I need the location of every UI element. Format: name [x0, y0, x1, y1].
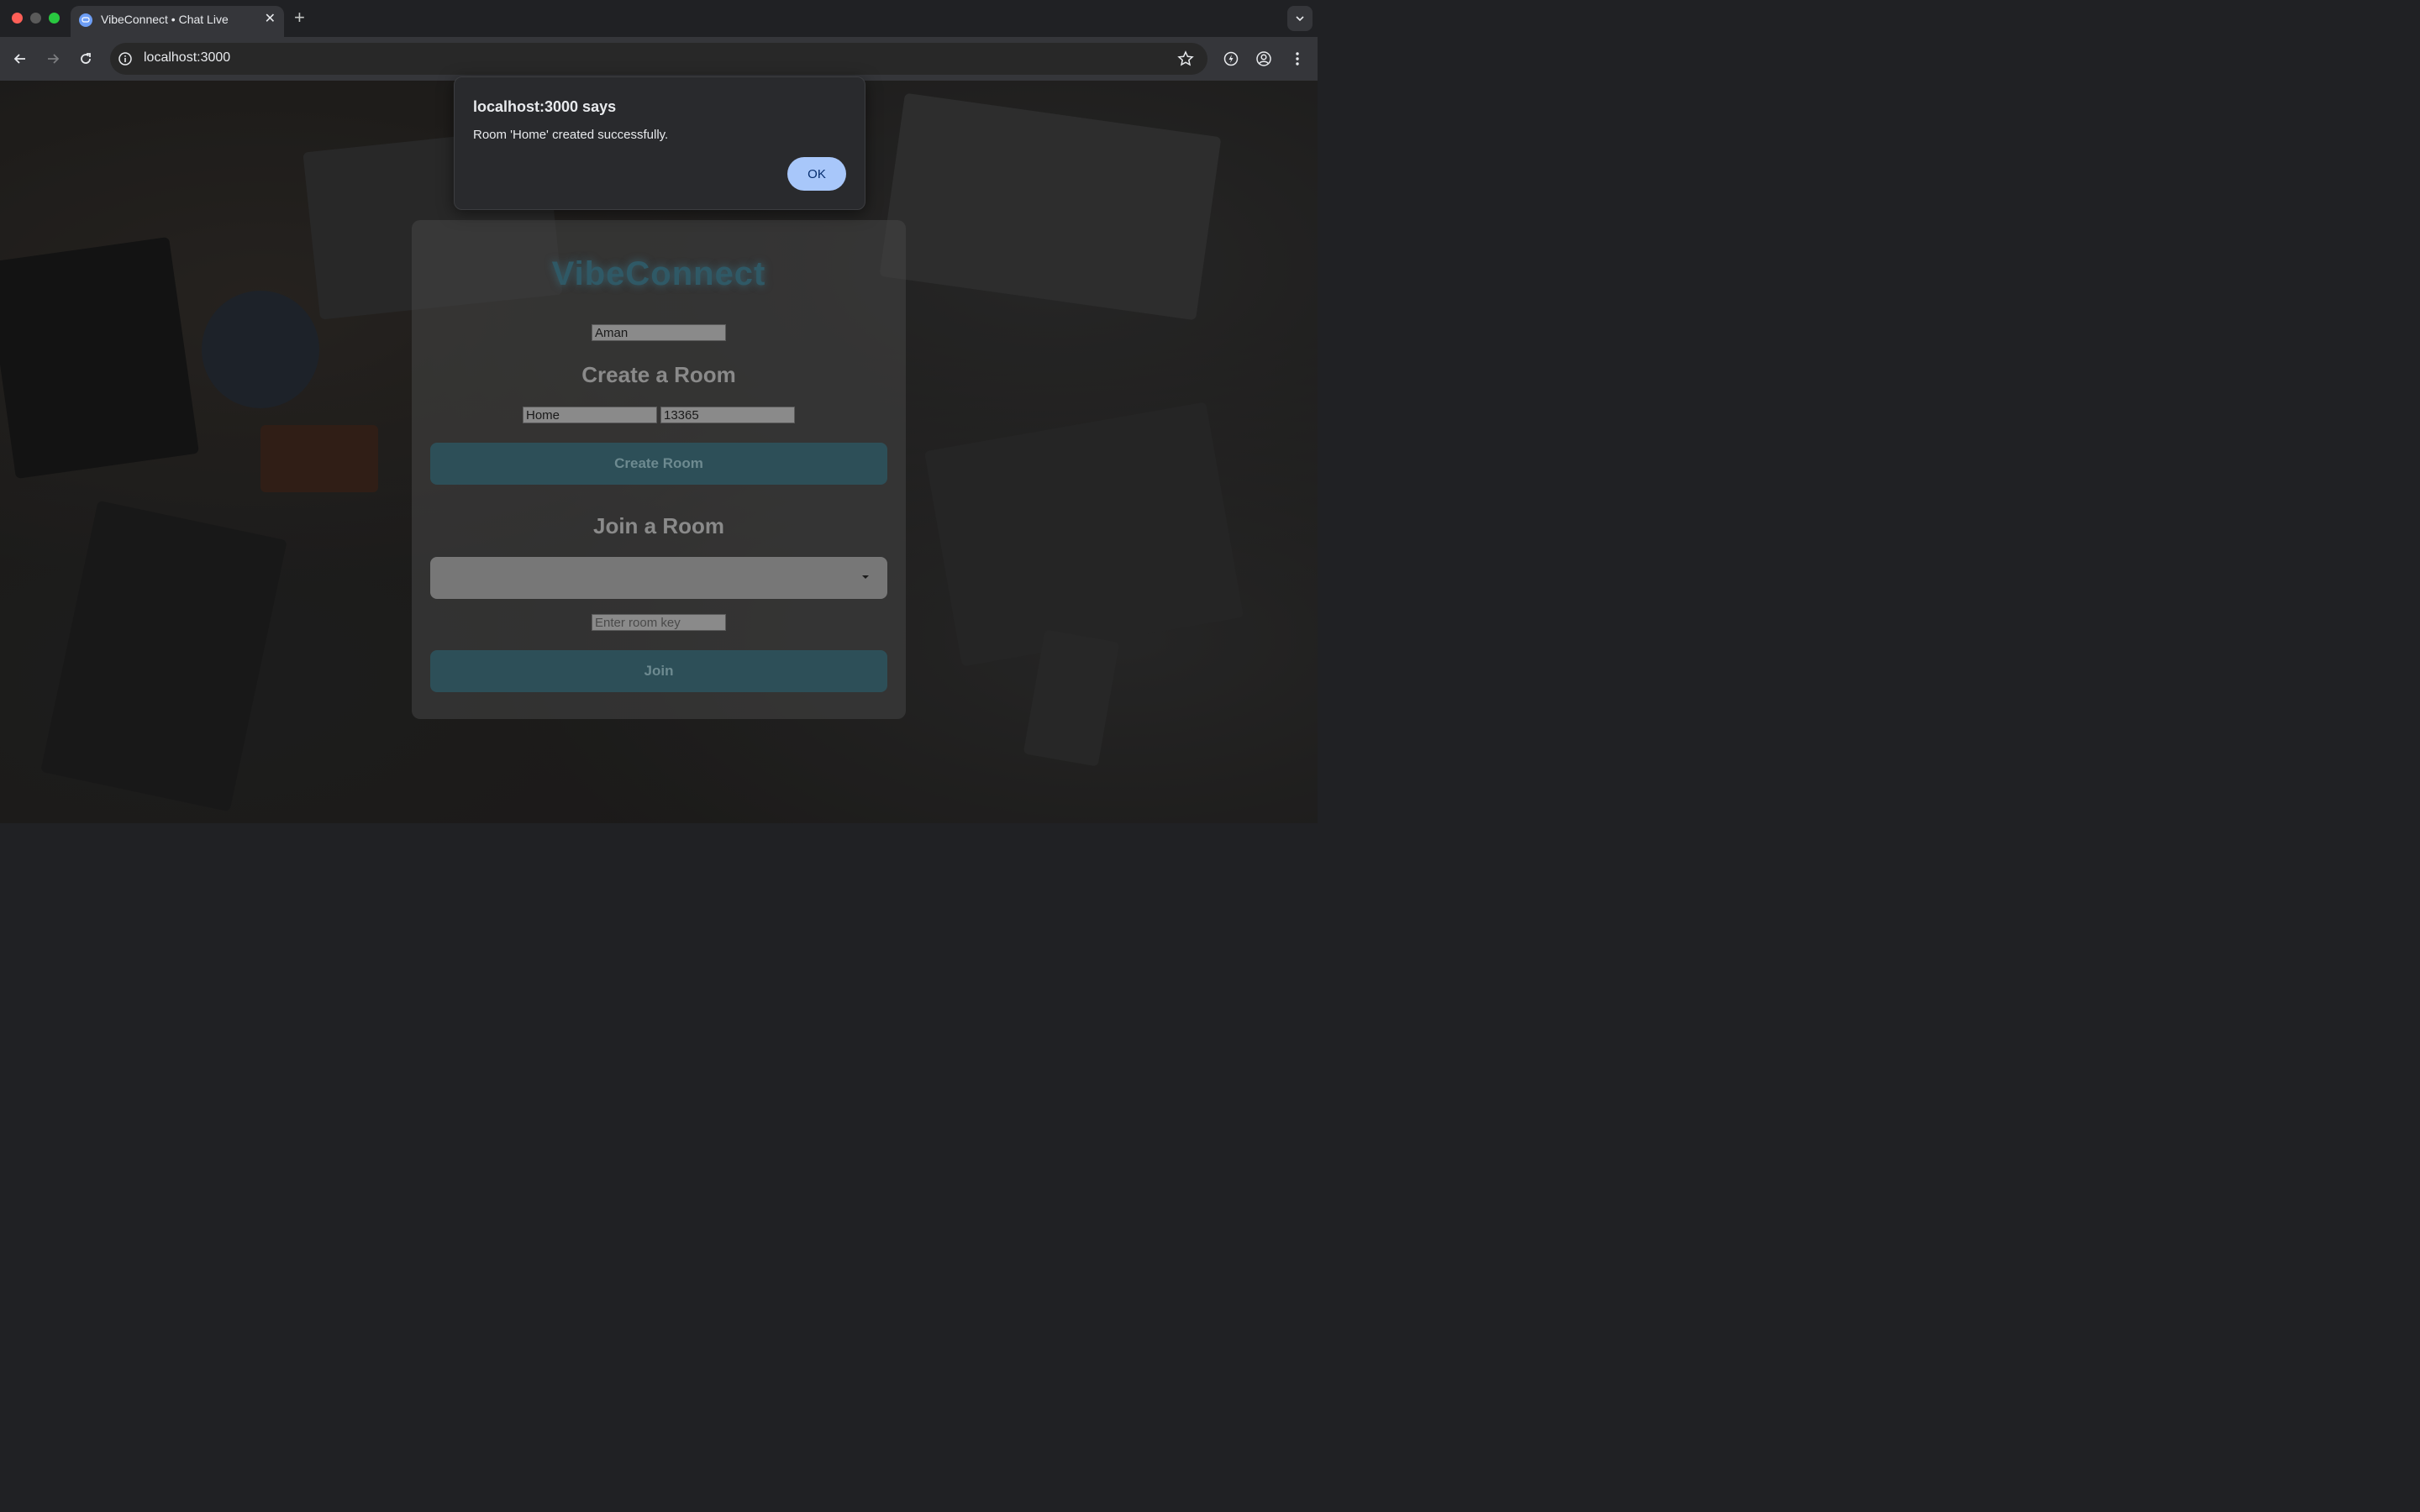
- tab-search-button[interactable]: [1287, 6, 1313, 31]
- url-text: localhost:3000: [144, 50, 231, 65]
- room-select-dropdown[interactable]: [430, 557, 887, 599]
- room-key-input[interactable]: 13365: [660, 407, 795, 423]
- create-room-heading: Create a Room: [581, 362, 736, 387]
- new-tab-button[interactable]: +: [294, 8, 305, 28]
- dialog-ok-button[interactable]: OK: [787, 157, 846, 191]
- dialog-message: Room 'Home' created successfully.: [473, 128, 669, 142]
- site-info-icon[interactable]: [118, 51, 133, 66]
- tab-close-icon[interactable]: ✕: [265, 12, 276, 27]
- join-room-key-input[interactable]: Enter room key: [592, 614, 726, 631]
- reload-icon: [81, 53, 91, 64]
- dropdown-caret-icon: [862, 575, 869, 579]
- maximize-window-button[interactable]: [49, 13, 60, 24]
- username-input[interactable]: Aman: [592, 324, 726, 341]
- reload-button[interactable]: [76, 49, 96, 69]
- arrow-right-icon: [48, 54, 60, 64]
- chevron-down-icon: [1296, 16, 1304, 22]
- arrow-left-icon: [13, 54, 25, 64]
- profile-button[interactable]: [1254, 49, 1274, 69]
- browser-tab-active[interactable]: VibeConnect • Chat Live ✕: [71, 6, 284, 37]
- create-room-button[interactable]: Create Room: [430, 443, 887, 485]
- back-button[interactable]: [10, 49, 30, 69]
- alert-dialog: localhost:3000 says Room 'Home' created …: [454, 76, 865, 210]
- more-vertical-icon: [1296, 52, 1299, 66]
- app-brand-title: VibeConnect: [551, 255, 766, 292]
- close-window-button[interactable]: [12, 13, 23, 24]
- extension-button[interactable]: [1221, 49, 1241, 69]
- join-room-heading: Join a Room: [592, 513, 724, 538]
- account-icon: [1256, 51, 1271, 66]
- chat-favicon-icon: [79, 13, 92, 27]
- browser-toolbar: localhost:3000: [0, 37, 1318, 81]
- tab-title: VibeConnect • Chat Live: [101, 13, 229, 26]
- browser-menu-button[interactable]: [1287, 49, 1307, 69]
- forward-button[interactable]: [43, 49, 63, 69]
- performance-icon: [1223, 51, 1239, 66]
- bookmark-star-icon[interactable]: [1177, 50, 1194, 67]
- address-bar[interactable]: localhost:3000: [110, 43, 1207, 75]
- browser-tab-bar: VibeConnect • Chat Live ✕ +: [0, 0, 1318, 37]
- join-button[interactable]: Join: [430, 650, 887, 692]
- dialog-title: localhost:3000 says: [473, 98, 617, 115]
- room-name-input[interactable]: Home: [523, 407, 657, 423]
- minimize-window-button[interactable]: [30, 13, 41, 24]
